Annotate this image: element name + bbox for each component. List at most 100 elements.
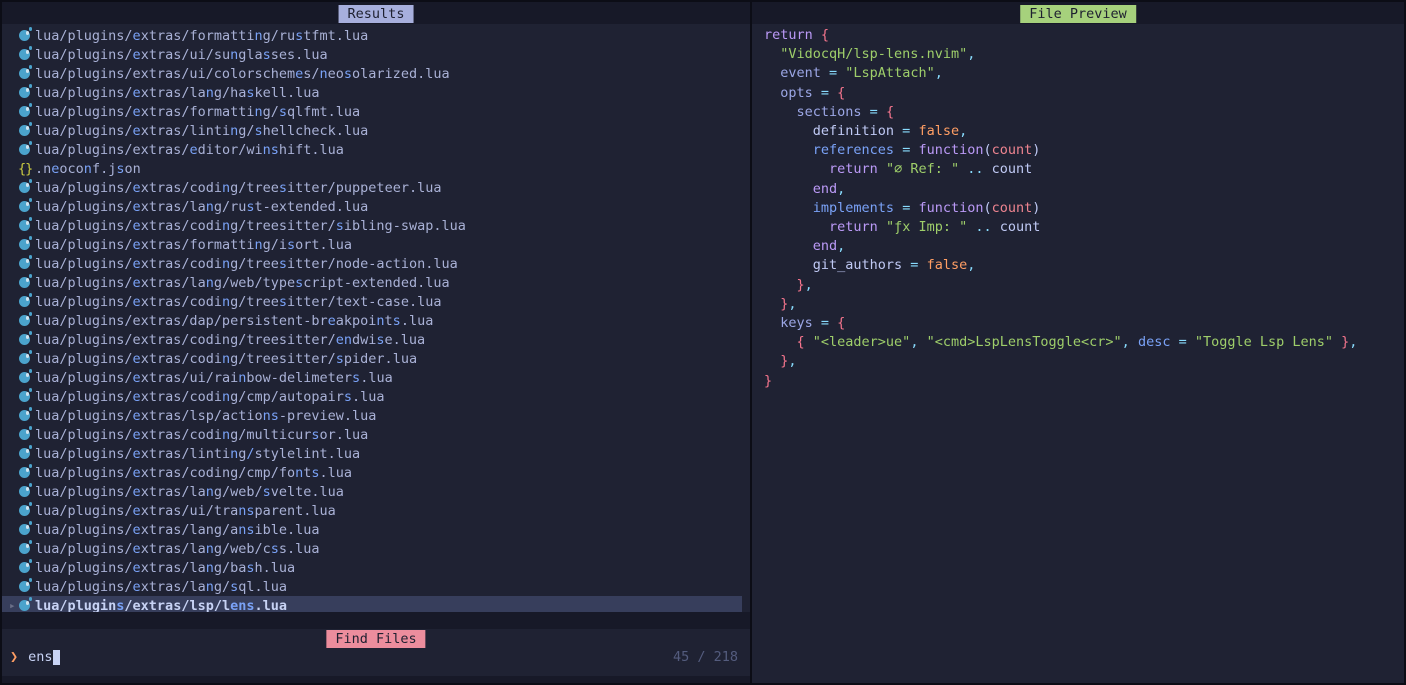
selection-caret-icon: ▸ xyxy=(2,599,18,612)
result-item[interactable]: lua/plugins/extras/ui/rainbow-delimeters… xyxy=(2,368,742,387)
result-item[interactable]: lua/plugins/extras/lang/rust-extended.lu… xyxy=(2,197,742,216)
result-item[interactable]: lua/plugins/extras/coding/treesitter/end… xyxy=(2,330,742,349)
preview-code-line: git_authors = false, xyxy=(764,256,1404,275)
preview-code-line: end, xyxy=(764,237,1404,256)
lua-icon xyxy=(19,125,30,136)
lua-icon xyxy=(19,68,30,79)
result-item[interactable]: lua/plugins/extras/lsp/actions-preview.l… xyxy=(2,406,742,425)
file-icon-column xyxy=(18,125,35,136)
file-path: lua/plugins/extras/formatting/isort.lua xyxy=(35,237,352,253)
lua-icon xyxy=(19,524,30,535)
file-icon-column xyxy=(18,353,35,364)
lua-icon xyxy=(19,30,30,41)
preview-code-line: }, xyxy=(764,276,1404,295)
file-icon-column xyxy=(18,239,35,250)
file-path: lua/plugins/extras/lang/ansible.lua xyxy=(35,522,320,538)
preview-code-line: event = "LspAttach", xyxy=(764,64,1404,83)
file-path: lua/plugins/extras/coding/treesitter/nod… xyxy=(35,256,458,272)
json-icon: {} xyxy=(18,161,32,177)
result-item[interactable]: lua/plugins/extras/coding/multicursor.lu… xyxy=(2,425,742,444)
file-path: lua/plugins/extras/editor/winshift.lua xyxy=(35,142,344,158)
file-path: lua/plugins/extras/coding/cmp/autopairs.… xyxy=(35,389,385,405)
file-icon-column xyxy=(18,68,35,79)
lua-icon xyxy=(19,429,30,440)
result-item[interactable]: lua/plugins/extras/lang/ansible.lua xyxy=(2,520,742,539)
result-item[interactable]: lua/plugins/extras/lang/bash.lua xyxy=(2,558,742,577)
result-item[interactable]: lua/plugins/extras/coding/treesitter/sib… xyxy=(2,216,742,235)
result-item[interactable]: lua/plugins/extras/ui/transparent.lua xyxy=(2,501,742,520)
file-icon-column xyxy=(18,600,35,611)
file-icon-column xyxy=(18,277,35,288)
file-icon-column xyxy=(18,505,35,516)
lua-icon xyxy=(19,49,30,60)
result-item[interactable]: lua/plugins/extras/formatting/rustfmt.lu… xyxy=(2,26,742,45)
file-path: lua/plugins/extras/dap/persistent-breakp… xyxy=(35,313,433,329)
results-title-badge: Results xyxy=(339,5,414,23)
file-path: lua/plugins/extras/lang/web/css.lua xyxy=(35,541,320,557)
file-path: lua/plugins/extras/coding/cmp/fonts.lua xyxy=(35,465,352,481)
file-path: lua/plugins/extras/lang/bash.lua xyxy=(35,560,295,576)
result-item[interactable]: lua/plugins/extras/formatting/isort.lua xyxy=(2,235,742,254)
prompt-input-value: ens xyxy=(28,649,52,665)
result-item[interactable]: lua/plugins/extras/linting/shellcheck.lu… xyxy=(2,121,742,140)
preview-code-line: } xyxy=(764,372,1404,391)
result-item[interactable]: lua/plugins/extras/formatting/sqlfmt.lua xyxy=(2,102,742,121)
file-icon-column xyxy=(18,182,35,193)
preview-code-line: end, xyxy=(764,180,1404,199)
result-item[interactable]: lua/plugins/extras/lang/web/svelte.lua xyxy=(2,482,742,501)
file-path: lua/plugins/extras/coding/treesitter/tex… xyxy=(35,294,441,310)
result-item[interactable]: lua/plugins/extras/lang/sql.lua xyxy=(2,577,742,596)
preview-code-line: { "<leader>ue", "<cmd>LspLensToggle<cr>"… xyxy=(764,333,1404,352)
result-item[interactable]: lua/plugins/extras/dap/persistent-breakp… xyxy=(2,311,742,330)
file-icon-column xyxy=(18,467,35,478)
file-icon-column xyxy=(18,448,35,459)
result-item[interactable]: {}.neoconf.json xyxy=(2,159,742,178)
file-icon-column xyxy=(18,391,35,402)
result-item[interactable]: lua/plugins/extras/lang/web/css.lua xyxy=(2,539,742,558)
lua-icon xyxy=(19,258,30,269)
lua-icon xyxy=(19,239,30,250)
file-path: lua/plugins/extras/lang/web/svelte.lua xyxy=(35,484,344,500)
result-item[interactable]: lua/plugins/extras/lang/web/typescript-e… xyxy=(2,273,742,292)
lua-icon xyxy=(19,277,30,288)
file-icon-column xyxy=(18,524,35,535)
result-item[interactable]: lua/plugins/extras/ui/sunglasses.lua xyxy=(2,45,742,64)
preview-pane[interactable]: File Preview return { "VidocqH/lsp-lens.… xyxy=(750,2,1404,683)
preview-code-line: sections = { xyxy=(764,103,1404,122)
result-item[interactable]: lua/plugins/extras/linting/stylelint.lua xyxy=(2,444,742,463)
prompt-row: ❯ ens 45 / 218 xyxy=(10,649,738,665)
lua-icon xyxy=(19,220,30,231)
result-item[interactable]: lua/plugins/extras/coding/treesitter/tex… xyxy=(2,292,742,311)
result-item[interactable]: lua/plugins/extras/coding/treesitter/nod… xyxy=(2,254,742,273)
file-path: lua/plugins/extras/ui/rainbow-delimeters… xyxy=(35,370,393,386)
result-item[interactable]: lua/plugins/extras/coding/cmp/autopairs.… xyxy=(2,387,742,406)
results-list[interactable]: lua/plugins/extras/formatting/rustfmt.lu… xyxy=(2,24,750,612)
prompt-window: Find Files ❯ ens 45 / 218 xyxy=(2,629,750,676)
preview-top-strip: File Preview xyxy=(752,2,1404,24)
file-path: lua/plugins/extras/lang/sql.lua xyxy=(35,579,287,595)
result-item[interactable]: ▸ lua/plugins/extras/lsp/lens.lua xyxy=(2,596,742,612)
file-icon-column: {} xyxy=(18,161,35,177)
lua-icon xyxy=(19,467,30,478)
lua-icon xyxy=(19,201,30,212)
file-path: lua/plugins/extras/coding/treesitter/spi… xyxy=(35,351,417,367)
result-item[interactable]: lua/plugins/extras/ui/colorschemes/neoso… xyxy=(2,64,742,83)
file-icon-column xyxy=(18,334,35,345)
telescope-finder-window: Results lua/plugins/extras/formatting/ru… xyxy=(0,0,1406,685)
result-item[interactable]: lua/plugins/extras/coding/cmp/fonts.lua xyxy=(2,463,742,482)
result-item[interactable]: lua/plugins/extras/coding/treesitter/spi… xyxy=(2,349,742,368)
lua-icon xyxy=(19,334,30,345)
result-item[interactable]: lua/plugins/extras/editor/winshift.lua xyxy=(2,140,742,159)
preview-code-line: return "∅ Ref: " .. count xyxy=(764,160,1404,179)
lua-icon xyxy=(19,562,30,573)
file-path: lua/plugins/extras/ui/colorschemes/neoso… xyxy=(35,66,450,82)
file-icon-column xyxy=(18,106,35,117)
lua-icon xyxy=(19,296,30,307)
lua-icon xyxy=(19,448,30,459)
result-item[interactable]: lua/plugins/extras/coding/treesitter/pup… xyxy=(2,178,742,197)
prompt-input[interactable]: ens xyxy=(28,649,59,665)
file-path: lua/plugins/extras/lsp/lens.lua xyxy=(35,598,287,613)
result-item[interactable]: lua/plugins/extras/lang/haskell.lua xyxy=(2,83,742,102)
preview-code: return { "VidocqH/lsp-lens.nvim", event … xyxy=(752,24,1404,683)
preview-code-line: "VidocqH/lsp-lens.nvim", xyxy=(764,45,1404,64)
